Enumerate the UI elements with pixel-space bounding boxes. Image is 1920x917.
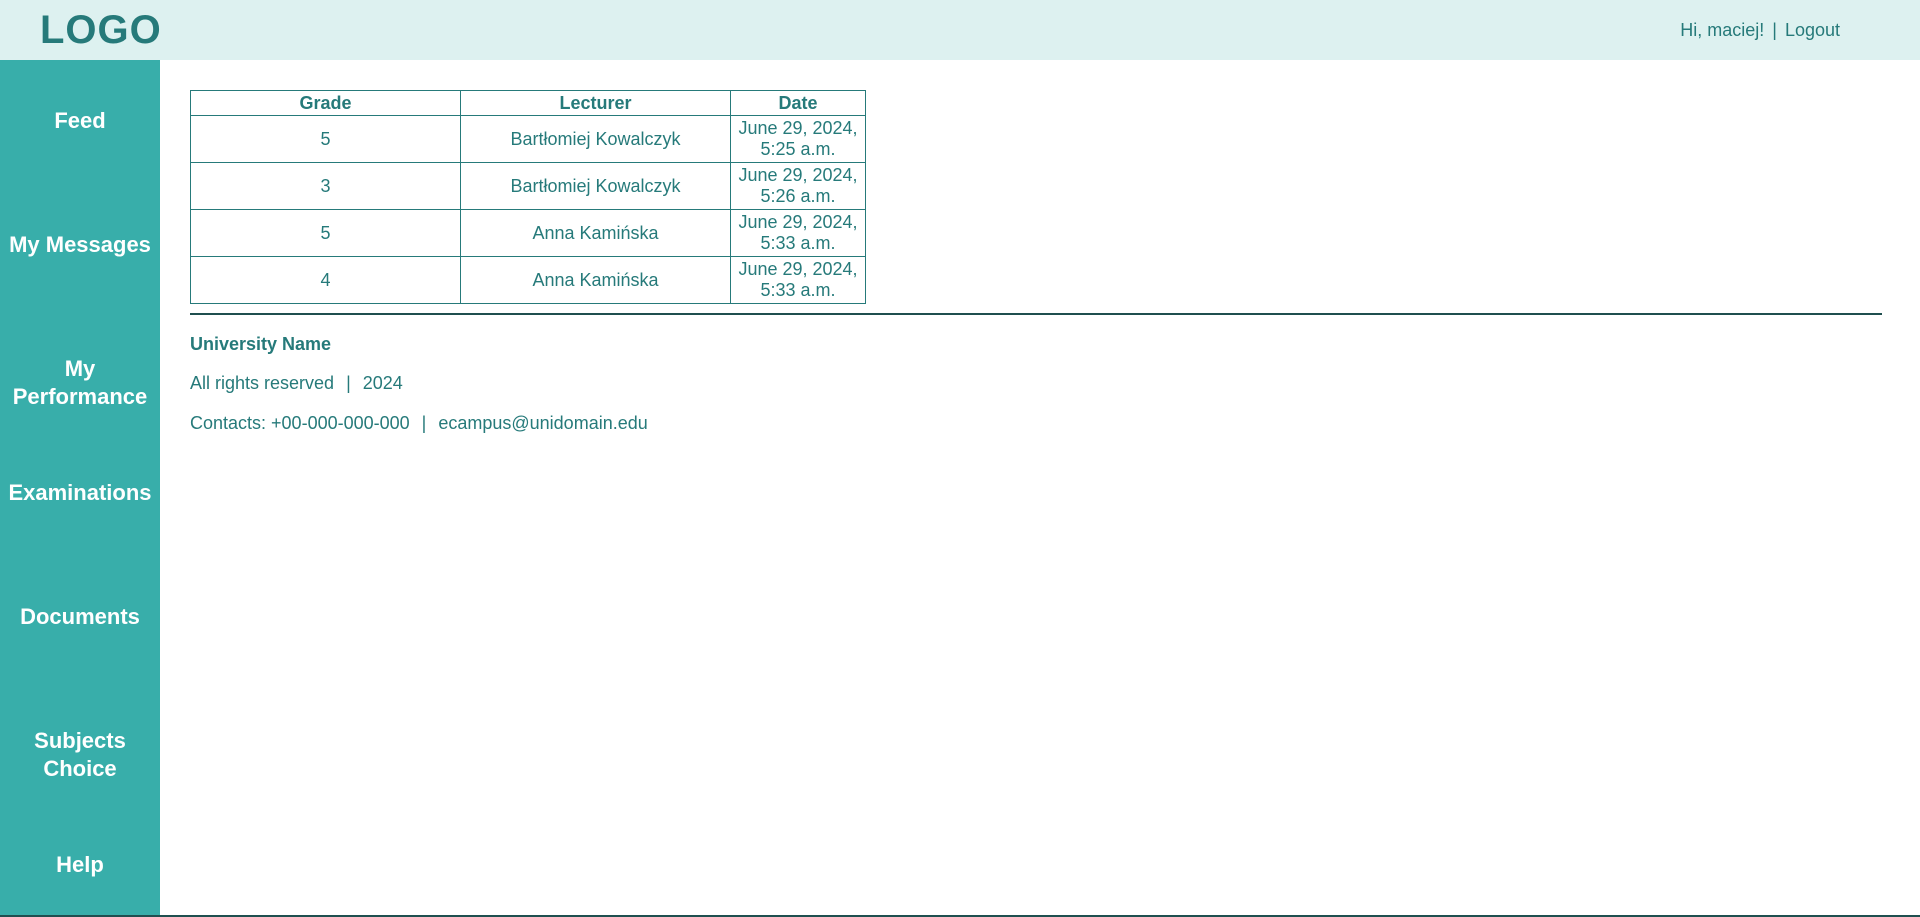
user-area: Hi, maciej! | Logout bbox=[1680, 18, 1840, 42]
sidebar-item-my-messages[interactable]: My Messages bbox=[0, 231, 160, 259]
lecturer-cell: Bartłomiej Kowalczyk bbox=[460, 115, 731, 163]
sidebar-item-examinations[interactable]: Examinations bbox=[0, 479, 160, 507]
sidebar-item-subjects-choice[interactable]: Subjects Choice bbox=[0, 727, 160, 783]
date-cell: June 29, 2024, 5:33 a.m. bbox=[730, 256, 866, 304]
date-cell: June 29, 2024, 5:33 a.m. bbox=[730, 209, 866, 257]
grade-cell: 5 bbox=[190, 209, 461, 257]
header-separator: | bbox=[1772, 20, 1777, 40]
lecturer-cell: Bartłomiej Kowalczyk bbox=[460, 162, 731, 210]
top-bar: LOGO Hi, maciej! | Logout bbox=[0, 0, 1920, 60]
rights-text: All rights reserved bbox=[190, 373, 335, 393]
grade-cell: 4 bbox=[190, 256, 461, 304]
contacts-email[interactable]: ecampus@unidomain.edu bbox=[438, 413, 647, 433]
university-name: University Name bbox=[190, 334, 332, 354]
sidebar-item-documents[interactable]: Documents bbox=[0, 603, 160, 631]
contacts-separator: | bbox=[421, 413, 427, 433]
lecturer-cell: Anna Kamińska bbox=[460, 256, 731, 304]
table-row: 4 Anna Kamińska June 29, 2024, 5:33 a.m. bbox=[190, 256, 866, 304]
main-content: Grade Lecturer Date 5 Bartłomiej Kowalcz… bbox=[190, 90, 866, 304]
column-header-date: Date bbox=[730, 90, 866, 116]
sidebar-item-feed[interactable]: Feed bbox=[0, 107, 160, 135]
date-cell: June 29, 2024, 5:25 a.m. bbox=[730, 115, 866, 163]
grade-cell: 3 bbox=[190, 162, 461, 210]
sidebar-item-my-performance[interactable]: My Performance bbox=[0, 355, 160, 411]
column-header-lecturer: Lecturer bbox=[460, 90, 731, 116]
footer: University Name All rights reserved | 2024… bbox=[190, 333, 648, 433]
contacts-phone: Contacts: +00-000-000-000 bbox=[190, 413, 410, 433]
sidebar-item-help[interactable]: Help bbox=[0, 851, 160, 879]
lecturer-cell: Anna Kamińska bbox=[460, 209, 731, 257]
table-row: 5 Bartłomiej Kowalczyk June 29, 2024, 5:… bbox=[190, 115, 866, 163]
user-greeting: Hi, maciej! bbox=[1680, 20, 1765, 40]
sidebar: Feed My Messages My Performance Examinat… bbox=[0, 60, 160, 916]
date-cell: June 29, 2024, 5:26 a.m. bbox=[730, 162, 866, 210]
table-row: 3 Bartłomiej Kowalczyk June 29, 2024, 5:… bbox=[190, 162, 866, 210]
grades-table: Grade Lecturer Date 5 Bartłomiej Kowalcz… bbox=[190, 90, 866, 304]
rights-separator: | bbox=[346, 373, 351, 393]
contacts-line: Contacts: +00-000-000-000 | ecampus@unidom… bbox=[190, 413, 648, 434]
table-header-row: Grade Lecturer Date bbox=[190, 90, 866, 116]
rights-year: 2024 bbox=[362, 373, 403, 393]
rights-line: All rights reserved | 2024 bbox=[190, 373, 403, 394]
column-header-grade: Grade bbox=[190, 90, 461, 116]
logo[interactable]: LOGO bbox=[40, 6, 162, 54]
footer-divider bbox=[190, 313, 1882, 315]
logout-link[interactable]: Logout bbox=[1785, 20, 1840, 40]
grade-cell: 5 bbox=[190, 115, 461, 163]
table-row: 5 Anna Kamińska June 29, 2024, 5:33 a.m. bbox=[190, 209, 866, 257]
